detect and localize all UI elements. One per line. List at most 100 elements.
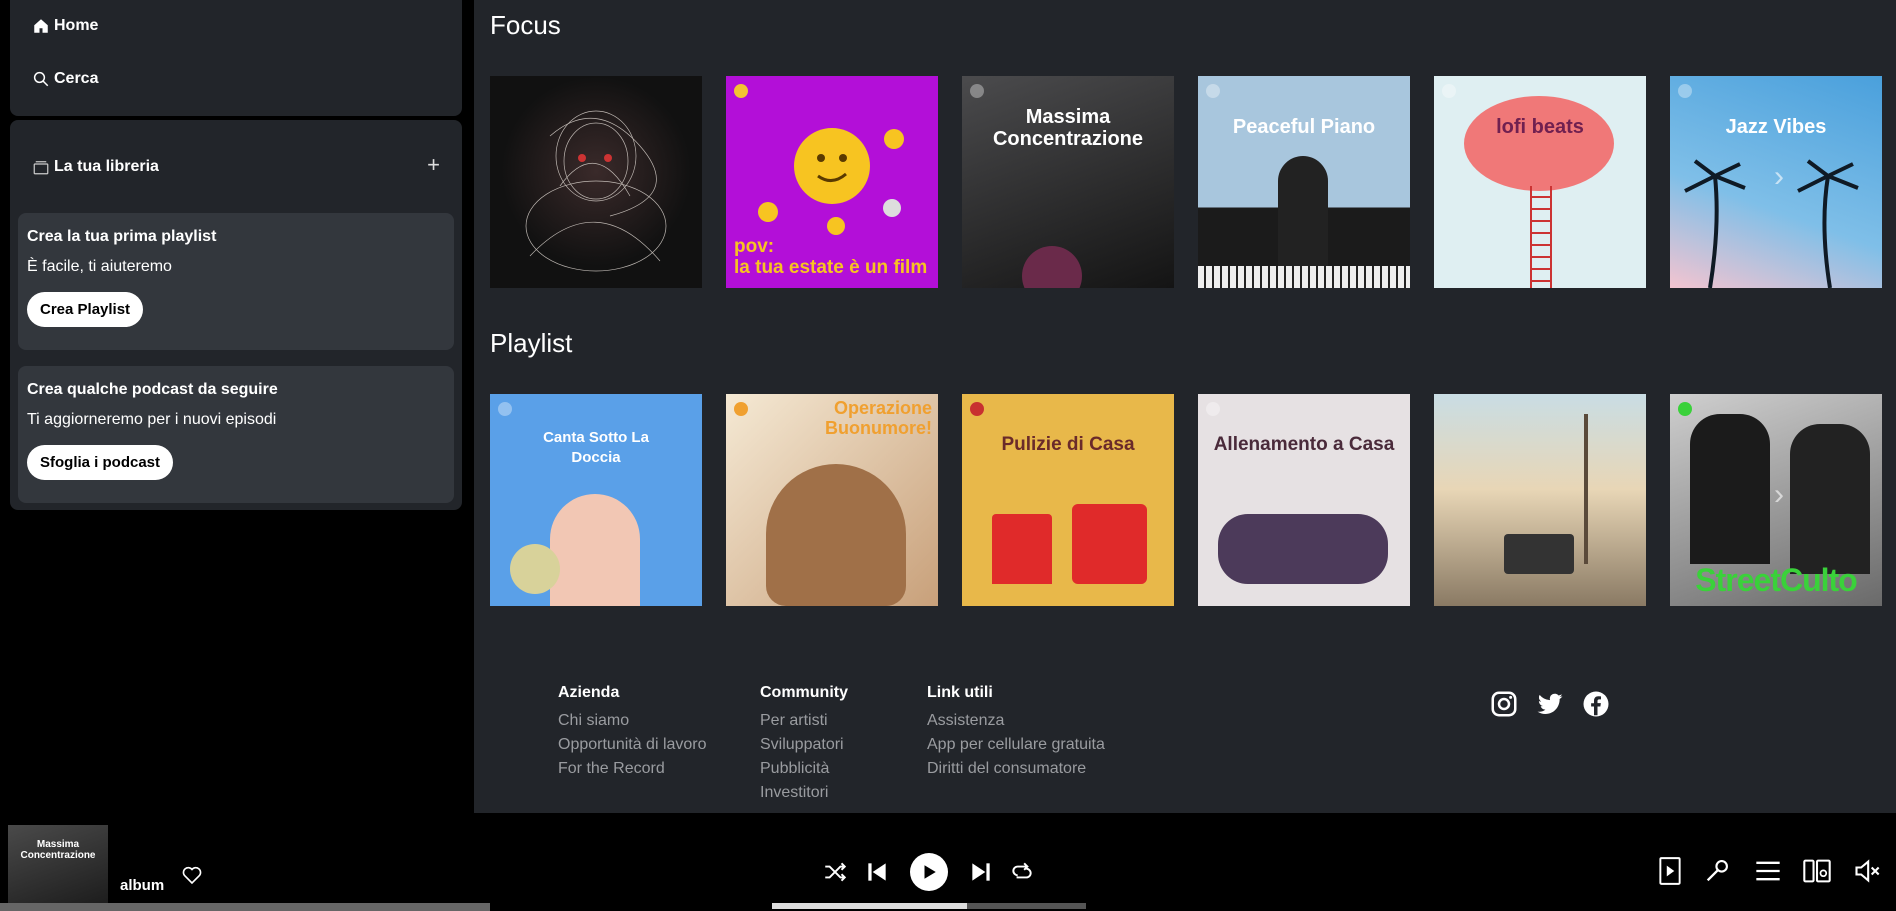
playlist-tile-3-label: Pulizie di Casa — [1001, 434, 1135, 455]
create-playlist-subtitle: È facile, ti aiuteremo — [27, 258, 172, 275]
now-playing-cover[interactable]: Massima Concentrazione — [8, 825, 108, 911]
shuffle-icon[interactable] — [820, 857, 850, 887]
focus-next-arrow-icon[interactable]: › — [1774, 160, 1784, 194]
artwork-pole — [1584, 414, 1588, 564]
search-icon — [33, 71, 49, 87]
library-icon — [33, 161, 49, 175]
nav-search[interactable]: Cerca — [32, 70, 98, 88]
artwork-person-right — [1790, 424, 1870, 574]
playlist-tile-5[interactable] — [1434, 394, 1646, 606]
create-playlist-button[interactable]: Crea Playlist — [27, 292, 144, 327]
nav-home[interactable]: Home — [32, 17, 98, 35]
footer-link[interactable]: Sviluppatori — [760, 736, 848, 754]
artwork-circle — [510, 544, 560, 594]
create-playlist-card: Crea la tua prima playlist È facile, ti … — [18, 213, 454, 350]
focus-tile-4[interactable]: Peaceful Piano — [1198, 76, 1410, 288]
library-panel: La tua libreria + Crea la tua prima play… — [10, 120, 462, 510]
footer-link-utili: Link utili Assistenza App per cellulare … — [927, 684, 1105, 784]
play-icon — [924, 865, 936, 879]
footer-link[interactable]: App per cellulare gratuita — [927, 736, 1105, 754]
social-links — [1488, 688, 1612, 720]
footer-link-utili-title: Link utili — [927, 684, 993, 701]
focus-tile-4-label: Peaceful Piano — [1232, 116, 1376, 138]
footer-community: Community Per artisti Sviluppatori Pubbl… — [760, 684, 848, 808]
playlist-tile-4-label: Allenamento a Casa — [1213, 434, 1395, 455]
facebook-icon[interactable] — [1580, 688, 1612, 720]
focus-tile-5-label: lofi beats — [1496, 116, 1584, 138]
now-playing-cover-text: Massima Concentrazione — [20, 839, 96, 861]
footer-link[interactable]: For the Record — [558, 760, 707, 778]
focus-tile-3-label: Massima Concentrazione — [992, 106, 1144, 150]
playlist-tile-2-label: Operazione Buonumore! — [825, 398, 932, 438]
playlist-tile-2[interactable]: Operazione Buonumore! — [726, 394, 938, 606]
instagram-icon[interactable] — [1488, 688, 1520, 720]
queue-icon[interactable] — [1753, 856, 1783, 886]
focus-tile-1[interactable] — [490, 76, 702, 288]
mute-icon[interactable] — [1852, 856, 1882, 886]
footer-azienda-title: Azienda — [558, 684, 620, 701]
section-title-focus: Focus — [490, 10, 561, 40]
now-playing-view-icon[interactable] — [1655, 856, 1685, 886]
spotify-icon — [1442, 84, 1456, 98]
footer-link[interactable]: Opportunità di lavoro — [558, 736, 707, 754]
heart-icon[interactable] — [180, 863, 204, 887]
artwork-figure — [1278, 156, 1328, 276]
lyrics-icon[interactable] — [1702, 856, 1732, 886]
sidebar-nav: Home Cerca — [10, 0, 462, 116]
focus-tile-3[interactable]: Massima Concentrazione — [962, 76, 1174, 288]
footer-azienda: Azienda Chi siamo Opportunità di lavoro … — [558, 684, 707, 784]
status-strip — [0, 903, 490, 911]
nav-home-label: Home — [54, 17, 99, 34]
player-bar: Massima Concentrazione album — [0, 813, 1896, 911]
artwork-shape — [1022, 246, 1082, 288]
playlist-tile-4[interactable]: Allenamento a Casa — [1198, 394, 1410, 606]
previous-icon[interactable] — [862, 857, 892, 887]
spotify-icon — [1678, 402, 1692, 416]
spotify-icon — [1206, 402, 1220, 416]
playlist-next-arrow-icon[interactable]: › — [1774, 478, 1784, 512]
now-playing-title[interactable]: album — [120, 877, 164, 894]
artwork-cloud — [1464, 96, 1614, 191]
focus-tile-2[interactable]: pov: la tua estate è un film — [726, 76, 938, 288]
focus-tile-5[interactable]: lofi beats — [1434, 76, 1646, 288]
podcast-card: Crea qualche podcast da seguire Ti aggio… — [18, 366, 454, 503]
artwork-figure — [550, 494, 640, 606]
podcast-card-title: Crea qualche podcast da seguire — [27, 381, 278, 398]
playlist-tile-3[interactable]: Pulizie di Casa — [962, 394, 1174, 606]
add-icon[interactable]: + — [427, 152, 440, 178]
playback-progress-bar[interactable] — [772, 903, 1086, 909]
library-header[interactable]: La tua libreria — [32, 158, 159, 176]
artwork-dustpan — [1072, 504, 1147, 584]
podcast-card-subtitle: Ti aggiorneremo per i nuovi episodi — [27, 411, 277, 428]
footer-link[interactable]: Investitori — [760, 784, 848, 802]
playlist-tile-6-label: StreetCulto — [1695, 562, 1857, 598]
footer-link[interactable]: Pubblicità — [760, 760, 848, 778]
footer-community-title: Community — [760, 684, 848, 701]
connect-device-icon[interactable] — [1802, 856, 1832, 886]
spotify-icon — [498, 402, 512, 416]
create-playlist-title: Crea la tua prima playlist — [27, 228, 217, 245]
main-content: Focus pov: la tua estate è un film Massi… — [474, 0, 1896, 813]
artwork-keys — [1198, 266, 1410, 288]
spotify-icon — [1206, 84, 1220, 98]
nav-search-label: Cerca — [54, 70, 99, 87]
playback-progress-fill — [772, 903, 967, 909]
artwork-scribble — [525, 110, 667, 272]
twitter-icon[interactable] — [1534, 688, 1566, 720]
artwork-brush — [992, 514, 1052, 584]
focus-tile-2-label: pov: la tua estate è un film — [734, 236, 928, 278]
playlist-tile-1-label: Canta Sotto La Doccia — [543, 429, 649, 466]
section-title-playlist: Playlist — [490, 328, 573, 358]
footer-link[interactable]: Assistenza — [927, 712, 1105, 730]
playlist-tile-1[interactable]: Canta Sotto La Doccia — [490, 394, 702, 606]
play-button[interactable] — [910, 853, 948, 891]
browse-podcasts-button[interactable]: Sfoglia i podcast — [27, 445, 174, 480]
spotify-icon — [970, 84, 984, 98]
footer-link[interactable]: Chi siamo — [558, 712, 707, 730]
next-icon[interactable] — [966, 857, 996, 887]
artwork-person-left — [1690, 414, 1770, 564]
artwork-ladder — [1530, 186, 1552, 288]
repeat-icon[interactable] — [1007, 857, 1037, 887]
footer-link[interactable]: Per artisti — [760, 712, 848, 730]
footer-link[interactable]: Diritti del consumatore — [927, 760, 1105, 778]
